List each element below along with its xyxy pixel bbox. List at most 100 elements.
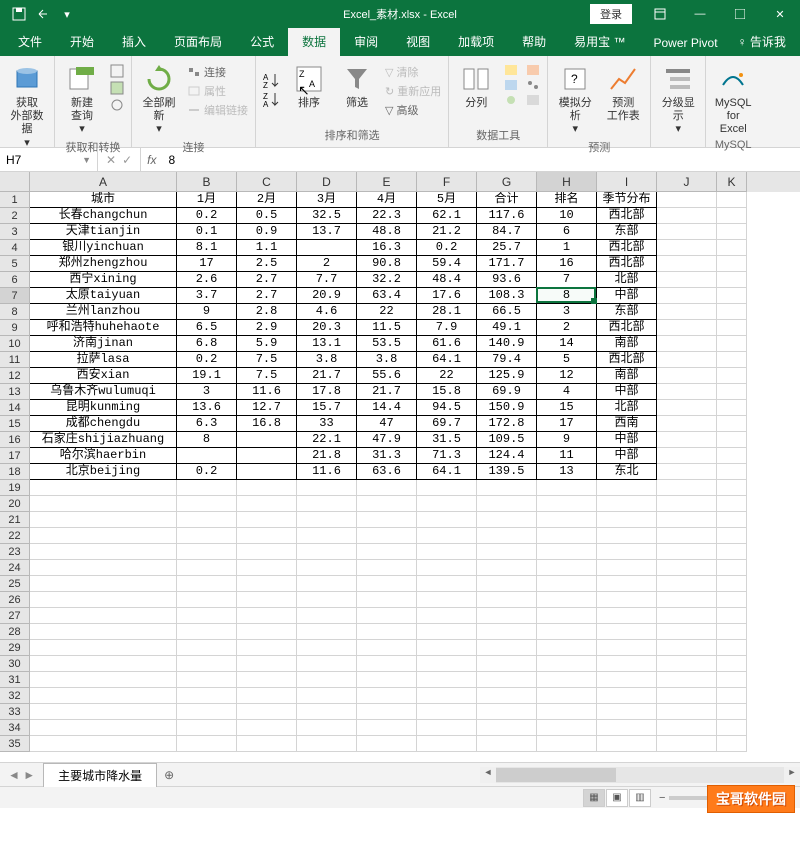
cell[interactable]: 0.2 — [177, 464, 237, 480]
cell[interactable]: 西北部 — [597, 352, 657, 368]
horizontal-scrollbar[interactable]: ◄ ► — [480, 767, 800, 783]
cell[interactable]: 11.5 — [357, 320, 417, 336]
cell[interactable] — [177, 624, 237, 640]
cell[interactable]: 48.8 — [357, 224, 417, 240]
cell[interactable] — [597, 672, 657, 688]
cell[interactable] — [477, 656, 537, 672]
cell[interactable]: 2.5 — [237, 256, 297, 272]
tab-home[interactable]: 开始 — [56, 27, 108, 56]
cell[interactable] — [717, 288, 747, 304]
cell[interactable] — [537, 544, 597, 560]
cell[interactable]: 69.7 — [417, 416, 477, 432]
cell[interactable] — [717, 544, 747, 560]
cell[interactable] — [30, 720, 177, 736]
cell[interactable]: 中部 — [597, 288, 657, 304]
cell[interactable]: 中部 — [597, 448, 657, 464]
row-header[interactable]: 4 — [0, 240, 30, 256]
cell[interactable] — [657, 528, 717, 544]
cell[interactable] — [717, 528, 747, 544]
cell[interactable]: 8.1 — [177, 240, 237, 256]
cell[interactable]: 172.8 — [477, 416, 537, 432]
cell[interactable]: 3.8 — [357, 352, 417, 368]
cell[interactable] — [417, 592, 477, 608]
cell[interactable] — [30, 624, 177, 640]
cell[interactable]: 28.1 — [417, 304, 477, 320]
cell[interactable] — [717, 256, 747, 272]
scroll-thumb[interactable] — [496, 768, 616, 782]
cell[interactable] — [717, 720, 747, 736]
cell[interactable]: 4.6 — [297, 304, 357, 320]
cell[interactable]: 17 — [537, 416, 597, 432]
cell[interactable]: 22 — [417, 368, 477, 384]
column-header[interactable]: D — [297, 172, 357, 192]
cell[interactable] — [597, 592, 657, 608]
minimize-icon[interactable]: — — [680, 0, 720, 28]
cell[interactable] — [537, 528, 597, 544]
cell[interactable]: 1.1 — [237, 240, 297, 256]
cell[interactable] — [30, 576, 177, 592]
cell[interactable] — [717, 704, 747, 720]
cell[interactable] — [357, 560, 417, 576]
cell[interactable] — [717, 624, 747, 640]
dropdown-icon[interactable]: ▾ — [56, 3, 78, 25]
row-header[interactable]: 16 — [0, 432, 30, 448]
row-header[interactable]: 27 — [0, 608, 30, 624]
tell-me[interactable]: ♀ 告诉我 — [732, 27, 792, 56]
cell[interactable] — [177, 640, 237, 656]
cell[interactable] — [237, 640, 297, 656]
cell[interactable] — [417, 528, 477, 544]
cell[interactable]: 4月 — [357, 192, 417, 208]
close-icon[interactable]: ✕ — [760, 0, 800, 28]
cell[interactable]: 61.6 — [417, 336, 477, 352]
cell[interactable] — [177, 736, 237, 752]
text-to-columns-button[interactable]: 分列 — [453, 61, 499, 112]
refresh-all-button[interactable]: 全部刷新▾ — [136, 61, 182, 139]
cell[interactable] — [717, 240, 747, 256]
row-header[interactable]: 19 — [0, 480, 30, 496]
cell[interactable]: 14 — [537, 336, 597, 352]
cell[interactable] — [537, 560, 597, 576]
cell[interactable] — [657, 608, 717, 624]
cell[interactable]: 石家庄shijiazhuang — [30, 432, 177, 448]
cell[interactable] — [30, 560, 177, 576]
cell[interactable] — [717, 592, 747, 608]
cell[interactable] — [597, 704, 657, 720]
cell[interactable] — [357, 592, 417, 608]
cell[interactable] — [357, 496, 417, 512]
sort-desc-button[interactable]: ZA — [260, 90, 284, 108]
cell[interactable]: 拉萨lasa — [30, 352, 177, 368]
cell[interactable]: 0.1 — [177, 224, 237, 240]
cell[interactable]: 71.3 — [417, 448, 477, 464]
cell[interactable] — [30, 592, 177, 608]
data-model-icon[interactable] — [523, 93, 543, 107]
cell[interactable] — [357, 736, 417, 752]
cell[interactable]: 西宁xining — [30, 272, 177, 288]
cell[interactable] — [177, 576, 237, 592]
from-table-button[interactable] — [107, 80, 127, 96]
cell[interactable] — [717, 688, 747, 704]
cell[interactable] — [177, 592, 237, 608]
flash-fill-icon[interactable] — [501, 63, 521, 77]
cell[interactable]: 西北部 — [597, 240, 657, 256]
cell[interactable] — [657, 208, 717, 224]
cell[interactable]: 3 — [177, 384, 237, 400]
cell[interactable] — [477, 560, 537, 576]
row-header[interactable]: 21 — [0, 512, 30, 528]
cell[interactable]: 西北部 — [597, 256, 657, 272]
cell[interactable] — [597, 576, 657, 592]
cell[interactable] — [177, 544, 237, 560]
cell[interactable]: 5 — [537, 352, 597, 368]
cell[interactable]: 47.9 — [357, 432, 417, 448]
cell[interactable] — [717, 304, 747, 320]
cell[interactable]: 140.9 — [477, 336, 537, 352]
cell[interactable]: 4 — [537, 384, 597, 400]
column-header[interactable]: K — [717, 172, 747, 192]
row-header[interactable]: 12 — [0, 368, 30, 384]
data-validation-icon[interactable] — [501, 93, 521, 107]
cell[interactable] — [357, 672, 417, 688]
cell[interactable] — [177, 560, 237, 576]
cell[interactable]: 108.3 — [477, 288, 537, 304]
sheet-nav[interactable]: ◄ ► — [0, 768, 43, 782]
cell[interactable] — [30, 512, 177, 528]
cell[interactable]: 64.1 — [417, 464, 477, 480]
